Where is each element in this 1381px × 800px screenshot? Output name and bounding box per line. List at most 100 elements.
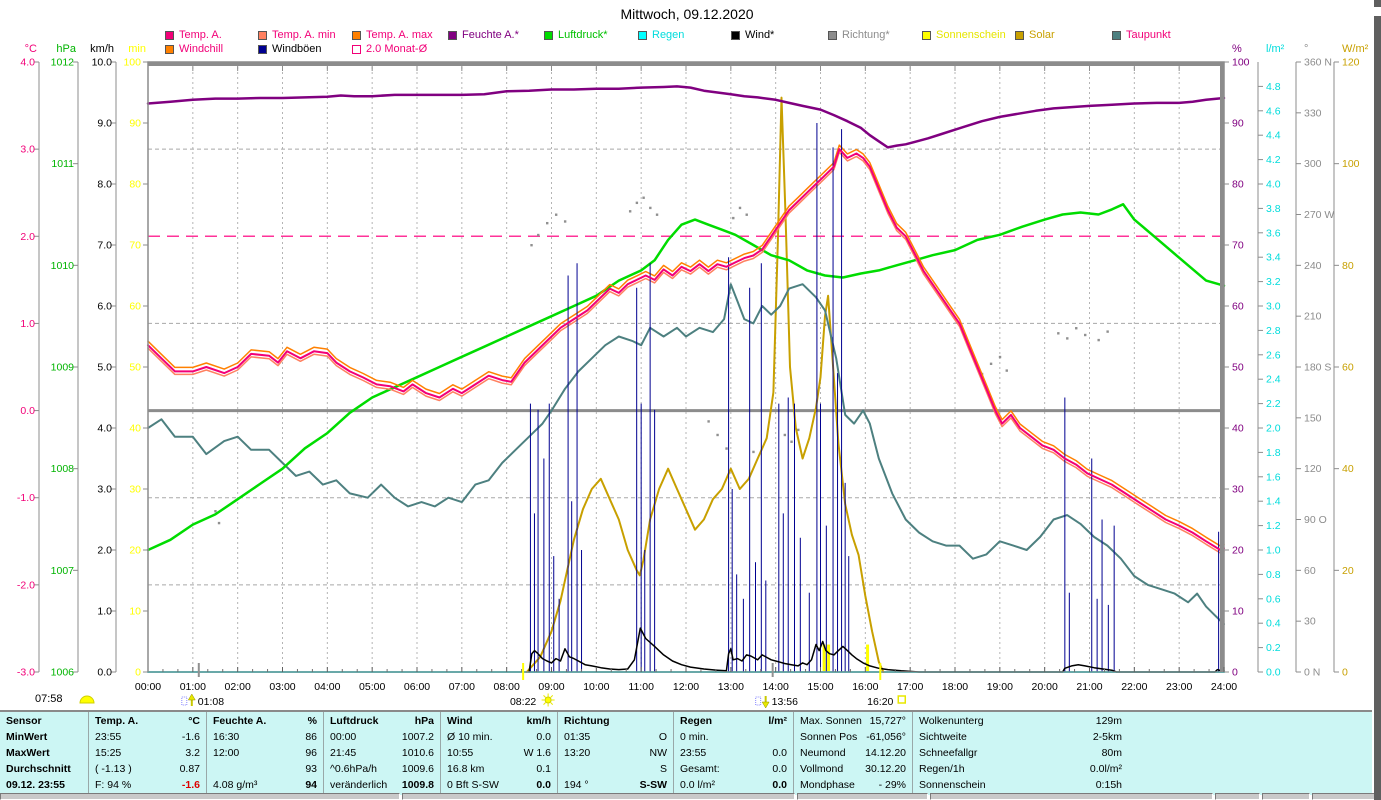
page-title: Mittwoch, 09.12.2020 <box>620 6 754 22</box>
legend-label: Sonnenschein <box>936 29 1006 41</box>
table-row: 09.12. 23:55 <box>6 777 82 793</box>
legend-item: Sonnenschein <box>922 29 1006 41</box>
axis-tick-label: 1.2 <box>1266 520 1281 532</box>
table-row: 0 min. <box>680 729 787 745</box>
table-cell-label: 09.12. 23:55 <box>6 779 65 791</box>
axis-tick-label: 30 <box>1232 484 1244 496</box>
status-bar-segment <box>797 793 928 800</box>
table-row: 00:00 1007.2 <box>330 729 434 745</box>
axis-tick-label: 0.6 <box>1266 593 1281 605</box>
table-cell-label: Vollmond <box>800 763 844 775</box>
axis-tick-label: 1.8 <box>1266 447 1281 459</box>
table-cell-value: -61,056° <box>866 731 906 743</box>
axis-tick-label: 80 <box>1342 260 1354 272</box>
series-direction-dot <box>217 521 221 525</box>
table-cell-value: 0.0 <box>536 779 551 791</box>
axis-tick-label: 180 S <box>1304 362 1331 374</box>
table-cell-label: 194 ° <box>564 779 589 791</box>
axis-tick-label: 1009 <box>51 362 75 374</box>
legend-item: Richtung* <box>828 29 890 41</box>
table-column: Regen l/m² 0 min. 23:55 0.0 Gesamt: 0.0 0.0 l/m… <box>673 712 793 795</box>
x-axis-hour-label: 14:00 <box>763 681 789 693</box>
table-row: 13:20 NW <box>564 745 667 761</box>
table-cell-label: F: 94 % <box>95 779 132 791</box>
axis-tick-label: 1010 <box>51 260 75 272</box>
table-cell-label: MaxWert <box>6 747 50 759</box>
series-direction-dot <box>707 420 710 423</box>
x-axis-hour-label: 11:00 <box>628 681 654 693</box>
table-cell-label: 0 min. <box>680 731 709 743</box>
legend-swatch-icon <box>828 30 837 40</box>
table-cell-label: Regen <box>680 715 713 727</box>
table-cell-label: 13:20 <box>564 747 591 759</box>
table-cell-label: Sonnenschein <box>919 779 986 791</box>
status-bar-segment <box>930 793 1213 800</box>
table-row: Temp. A. °C <box>95 713 200 729</box>
axis-unit-label: ° <box>1304 43 1308 55</box>
legend-swatch-icon <box>165 44 174 54</box>
table-cell-label: Mondphase <box>800 779 855 791</box>
legend-label: Luftdruck* <box>558 29 608 41</box>
series-direction-dot <box>537 233 540 237</box>
axis-tick-label: 1007 <box>51 565 75 577</box>
axis-tick-label: 4.6 <box>1266 105 1281 117</box>
axis-tick-label: 4.4 <box>1266 130 1281 142</box>
legend-item: 2.0 Monat-Ø <box>352 43 427 55</box>
scrollbar[interactable] <box>1374 0 1381 800</box>
legend-swatch-icon <box>1015 30 1024 40</box>
x-axis-hour-label: 15:00 <box>807 681 833 693</box>
table-cell-value: 94 <box>305 779 317 791</box>
table-cell-label: veränderlich <box>330 779 388 791</box>
legend-swatch-icon <box>352 30 361 40</box>
axis-tick-label: 6.0 <box>97 301 112 313</box>
table-row: 21:45 1010.6 <box>330 745 434 761</box>
legend-swatch-icon <box>544 30 553 40</box>
legend-label: Taupunkt <box>1126 29 1171 41</box>
axis-tick-label: 2.0 <box>1266 423 1281 435</box>
axis-tick-label: 80 <box>1232 179 1244 191</box>
table-cell-value: 1007.2 <box>401 731 434 743</box>
axis-tick-label: 20 <box>1342 565 1354 577</box>
moon-phase-icon <box>181 696 188 706</box>
axis-tick-label: 0 <box>135 667 141 679</box>
legend-label: 2.0 Monat-Ø <box>366 43 428 55</box>
moonset-arrow-icon <box>761 701 770 709</box>
axis-tick-label: 90 <box>129 118 141 130</box>
axis-tick-label: 1.6 <box>1266 471 1281 483</box>
axis-tick-label: 0 <box>1342 667 1348 679</box>
legend-label: Regen <box>652 29 685 41</box>
table-row: veränderlich 1009.8 <box>330 777 434 793</box>
table-row: 93 <box>213 761 317 777</box>
table-row: MaxWert <box>6 745 82 761</box>
series-direction-dot <box>1066 337 1069 340</box>
x-axis-hour-label: 19:00 <box>987 681 1013 693</box>
table-cell-value: 1010.6 <box>401 747 434 759</box>
series-direction-dot <box>797 428 800 432</box>
table-row: Vollmond 30.12.20 <box>800 761 906 777</box>
legend-label: Richtung* <box>842 29 890 41</box>
axis-unit-label: hPa <box>56 43 76 55</box>
table-cell-value: S-SW <box>639 779 667 791</box>
table-row: ^0.6hPa/h 1009.6 <box>330 761 434 777</box>
x-axis-hour-label: 21:00 <box>1076 681 1102 693</box>
axis-tick-label: 330 <box>1304 107 1322 119</box>
axis-tick-label: 100 <box>1342 158 1360 170</box>
table-row: Wind km/h <box>447 713 551 729</box>
table-cell-label: 16.8 km <box>447 763 485 775</box>
scrollbar-thumb[interactable] <box>1374 7 1381 16</box>
table-cell-label: Wolkenunterg <box>919 715 984 727</box>
sunrise-icon <box>543 695 546 698</box>
legend-label: Temp. A. <box>179 29 222 41</box>
axis-tick-label: -2.0 <box>17 579 35 591</box>
legend-item: Luftdruck* <box>544 29 608 41</box>
axis-tick-label: 60 <box>1232 301 1244 313</box>
axis-tick-label: 1011 <box>51 158 74 170</box>
x-axis-hour-label: 13:00 <box>718 681 744 693</box>
x-axis-hour-label: 16:00 <box>852 681 878 693</box>
axis-tick-label: 1.0 <box>97 606 112 618</box>
table-row: 4.08 g/m³ 94 <box>213 777 317 793</box>
x-axis-hour-label: 20:00 <box>1032 681 1058 693</box>
axis-tick-label: 70 <box>129 240 141 252</box>
plot-frame-top <box>148 62 1224 66</box>
axis-tick-label: 0.0 <box>20 405 35 417</box>
